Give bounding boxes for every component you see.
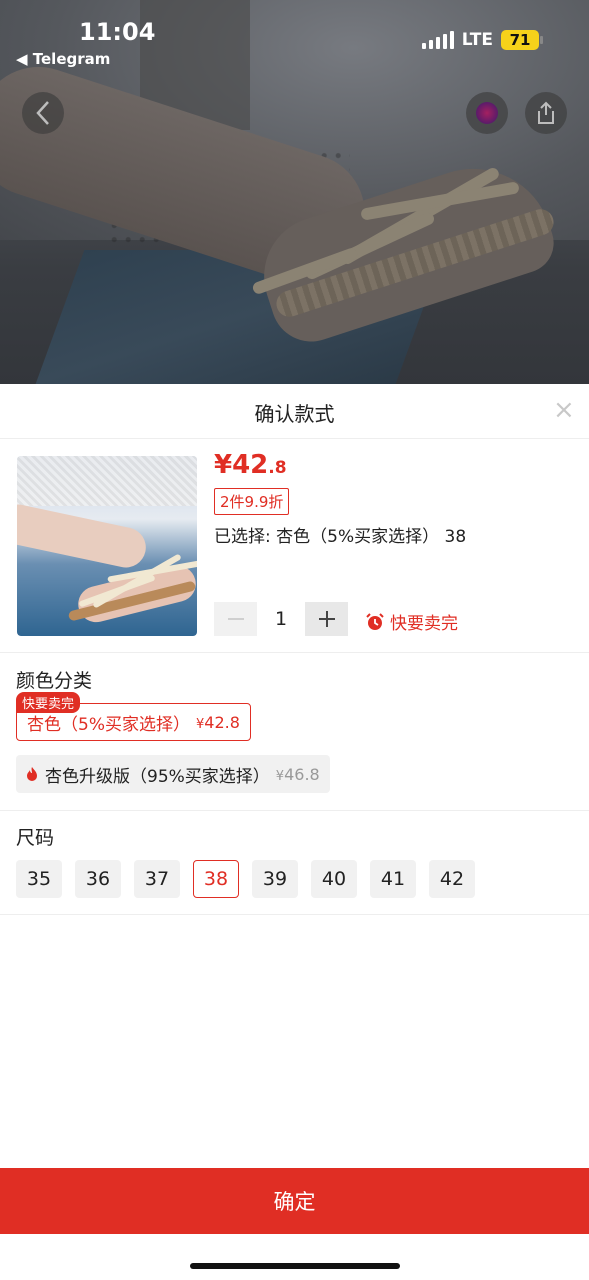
share-icon (538, 101, 554, 124)
battery-icon: 71 (501, 30, 543, 50)
fire-icon (27, 767, 37, 781)
share-button[interactable] (525, 92, 567, 134)
color-option-price: ¥42.8 (195, 712, 240, 732)
price-main: ¥42 (214, 450, 269, 480)
live-avatar-icon (476, 102, 498, 124)
divider (0, 438, 589, 439)
selling-fast-notice: 快要卖完 (366, 609, 458, 634)
status-time: 11:04 (79, 18, 156, 46)
battery-level: 71 (509, 31, 531, 49)
confirm-button[interactable]: 确定 (0, 1168, 589, 1234)
sheet-title: 确认款式 (254, 402, 335, 426)
color-option-apricot-upgrade[interactable]: 杏色升级版（95%买家选择） ¥46.8 (16, 755, 330, 793)
size-option-40[interactable]: 40 (311, 860, 357, 898)
size-option-35[interactable]: 35 (16, 860, 62, 898)
home-indicator[interactable] (190, 1263, 400, 1269)
back-to-telegram[interactable]: ◀ Telegram (16, 50, 110, 68)
size-section-label: 尺码 (16, 827, 55, 849)
color-section-label: 颜色分类 (16, 670, 93, 692)
product-thumbnail[interactable] (17, 456, 197, 636)
color-option-name: 杏色升级版（95%买家选择） (45, 766, 270, 787)
quantity-value[interactable]: 1 (257, 608, 305, 630)
back-button[interactable] (22, 92, 64, 134)
divider (0, 810, 589, 811)
alarm-clock-icon (366, 612, 384, 630)
close-icon[interactable]: × (553, 397, 575, 423)
product-price: ¥42.8 (214, 450, 287, 480)
live-avatar-button[interactable] (466, 92, 508, 134)
selling-fast-badge: 快要卖完 (16, 692, 81, 713)
decrease-button[interactable] (214, 602, 257, 636)
selected-summary: 已选择: 杏色（5%买家选择） 38 (214, 527, 467, 547)
size-options: 35 36 37 38 39 40 41 42 (16, 860, 475, 898)
size-option-39[interactable]: 39 (252, 860, 298, 898)
divider (0, 652, 589, 653)
price-decimal: .8 (268, 458, 287, 478)
color-option-name: 杏色（5%买家选择） (27, 714, 190, 735)
size-option-41[interactable]: 41 (370, 860, 416, 898)
promo-badge: 2件9.9折 (214, 488, 290, 515)
size-option-42[interactable]: 42 (429, 860, 475, 898)
color-option-price: ¥46.8 (275, 764, 320, 784)
plus-icon (318, 611, 335, 627)
status-indicators: LTE 71 (421, 30, 543, 50)
minus-icon (227, 618, 244, 620)
quantity-stepper: 1 (214, 602, 348, 636)
chevron-left-icon (36, 101, 49, 125)
signal-icon (421, 31, 454, 49)
size-option-36[interactable]: 36 (75, 860, 121, 898)
size-option-38[interactable]: 38 (193, 860, 239, 898)
selling-fast-text: 快要卖完 (390, 614, 458, 634)
size-option-37[interactable]: 37 (134, 860, 180, 898)
increase-button[interactable] (305, 602, 348, 636)
divider (0, 914, 589, 915)
style-selector-sheet: 确认款式 × ¥42.8 2件9.9折 已选择: 杏色（5%买家选择） 38 1… (0, 384, 589, 1280)
network-type: LTE (461, 30, 493, 50)
